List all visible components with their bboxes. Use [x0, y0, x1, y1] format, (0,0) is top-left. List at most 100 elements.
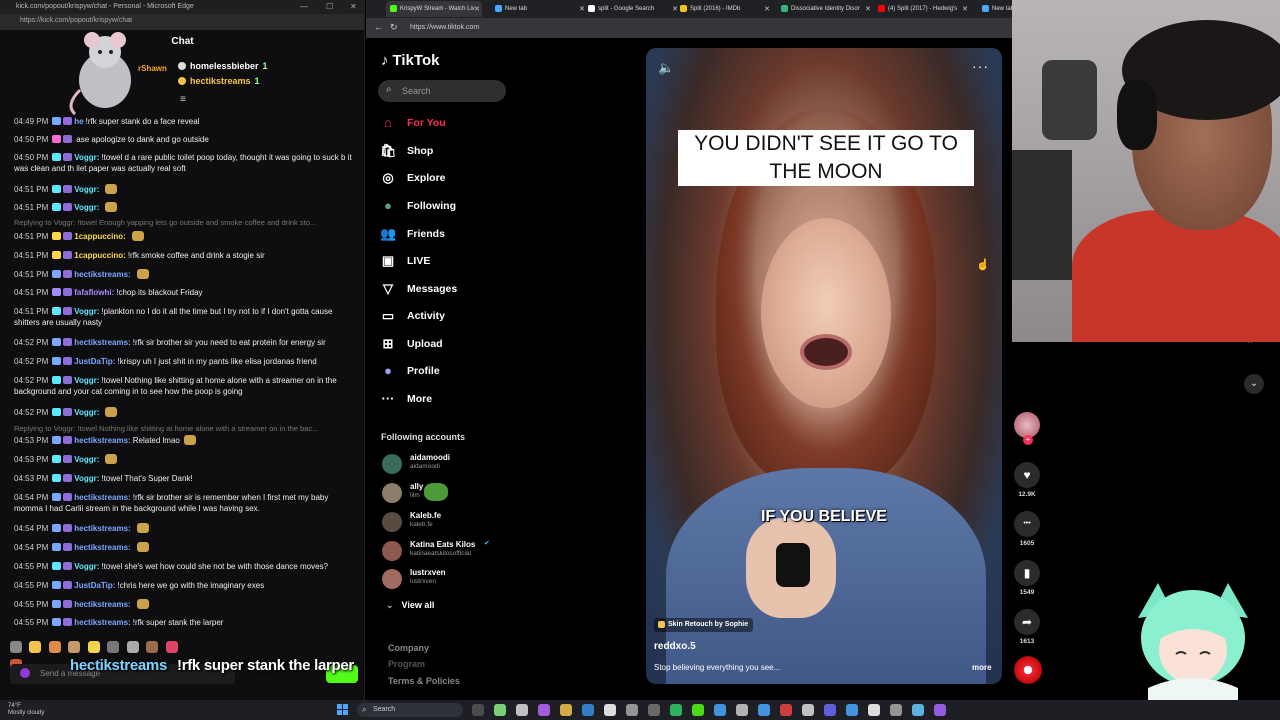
chevron-down-icon[interactable]: ⌄: [1244, 374, 1264, 394]
effect-tag[interactable]: Skin Retouch by Sophie: [654, 618, 754, 632]
message-username[interactable]: 1cappuccino:: [74, 251, 126, 260]
weather-widget[interactable]: 74°F Mostly cloudy: [8, 703, 44, 717]
emote-icon[interactable]: [146, 641, 159, 653]
message-username[interactable]: Voggr:: [74, 562, 99, 571]
chat-message[interactable]: 04:55 PM hectikstreams:: [14, 599, 354, 610]
message-username[interactable]: hectikstreams:: [74, 493, 130, 502]
following-account[interactable]: aidamoodi aidamoodi: [382, 452, 552, 476]
tab-close-icon[interactable]: ✕: [764, 5, 770, 13]
browser-tab[interactable]: Split (2016) - IMDb ✕: [676, 1, 772, 17]
message-username[interactable]: JustDaTip:: [74, 357, 115, 366]
following-account[interactable]: lustrxven lustrxven: [382, 567, 552, 591]
chat-message[interactable]: 04:55 PM Voggr: !towel she's wet how could…: [14, 561, 354, 572]
browser-tab[interactable]: (4) Split (2017) - Hedwig's ✕: [874, 1, 970, 17]
following-account[interactable]: Katina Eats Kilos katinaeatskilosofficial…: [382, 539, 552, 563]
chat-message[interactable]: 04:49 PM he !rfk super stank do a face rev…: [14, 116, 354, 127]
nav-more[interactable]: ··· More: [380, 389, 530, 409]
browser-tab[interactable]: Dissociative Identity Disor ✕: [777, 1, 873, 17]
description-more-link[interactable]: more: [972, 663, 992, 672]
action-bookmark-button[interactable]: ▮ 1549: [1012, 560, 1042, 596]
nav-upload[interactable]: ⊞ Upload: [380, 334, 530, 354]
message-username[interactable]: hectikstreams:: [74, 618, 130, 627]
footer-terms-link[interactable]: Terms & Policies: [388, 676, 460, 686]
chat-message[interactable]: 04:51 PM fafaflowhi: !chop its blackout Fr…: [14, 287, 354, 298]
chat-message[interactable]: 04:53 PM Voggr: !towel That's Super Dank!: [14, 473, 354, 484]
message-username[interactable]: hectikstreams:: [74, 338, 130, 347]
nav-following[interactable]: ● Following: [380, 196, 530, 216]
message-username[interactable]: JustDaTip:: [74, 581, 115, 590]
taskbar-app-icon[interactable]: [692, 704, 704, 716]
message-username[interactable]: hectikstreams:: [74, 270, 130, 279]
taskbar-app-icon[interactable]: [736, 704, 748, 716]
chat-address-bar[interactable]: https://kick.com/popout/krispyw/chat: [0, 14, 364, 30]
tab-close-icon[interactable]: ✕: [865, 5, 871, 13]
chat-message[interactable]: 04:54 PM hectikstreams:: [14, 542, 354, 553]
chat-message[interactable]: 04:55 PM JustDaTip: !chris here we go with…: [14, 580, 354, 591]
taskbar-app-icon[interactable]: [846, 704, 858, 716]
expand-gifters-icon[interactable]: ≡: [180, 94, 186, 105]
message-username[interactable]: Voggr:: [74, 185, 99, 194]
tiktok-video-player[interactable]: 🔈 ··· YOU DIDN'T SEE IT GO TO THE MOON I…: [646, 48, 1002, 684]
taskbar-app-icon[interactable]: [604, 704, 616, 716]
emote-icon[interactable]: [29, 641, 42, 653]
action-share-button[interactable]: ➦ 1613: [1012, 609, 1042, 645]
chat-message[interactable]: 04:52 PM JustDaTip: !krispy uh I just shit…: [14, 356, 354, 367]
message-username[interactable]: hectikstreams:: [74, 524, 130, 533]
tiktok-logo[interactable]: ♪ TikTok: [381, 52, 439, 69]
chat-message[interactable]: 04:54 PM hectikstreams: !rfk sir brother s…: [14, 492, 354, 514]
nav-activity[interactable]: ▭ Activity: [380, 306, 530, 326]
view-all-link[interactable]: ⌄ View all: [386, 600, 434, 611]
music-disc-icon[interactable]: [1014, 656, 1042, 684]
tab-close-icon[interactable]: ✕: [474, 5, 480, 13]
gifter-item[interactable]: hectikstreams 1: [178, 76, 260, 86]
action-comment-button[interactable]: ••• 1605: [1012, 511, 1042, 547]
chat-message[interactable]: 04:51 PM Voggr:: [14, 202, 354, 213]
maximize-icon[interactable]: ☐: [326, 2, 333, 11]
message-username[interactable]: Voggr:: [74, 376, 99, 385]
chat-message[interactable]: 04:51 PM hectikstreams:: [14, 269, 354, 280]
emote-icon[interactable]: [68, 641, 81, 653]
action-heart-button[interactable]: ♥ 12.9K: [1012, 462, 1042, 498]
close-icon[interactable]: ✕: [350, 2, 357, 11]
taskbar-app-icon[interactable]: [890, 704, 902, 716]
chat-message[interactable]: 04:52 PM hectikstreams: !rfk sir brother s…: [14, 337, 354, 348]
taskbar-app-icon[interactable]: [714, 704, 726, 716]
taskbar-app-icon[interactable]: [560, 704, 572, 716]
nav-for-you[interactable]: ⌂ For You: [380, 113, 530, 133]
volume-icon[interactable]: 🔈: [658, 60, 674, 76]
message-username[interactable]: Voggr:: [74, 153, 99, 162]
message-username[interactable]: hectikstreams:: [74, 543, 130, 552]
back-icon[interactable]: ←: [374, 22, 383, 32]
taskbar-app-icon[interactable]: [670, 704, 682, 716]
footer-company-link[interactable]: Company: [388, 643, 429, 653]
gifter-item[interactable]: homelessbieber 1: [178, 61, 268, 71]
nav-shop[interactable]: 🛍 Shop: [380, 141, 530, 161]
message-username[interactable]: Voggr:: [74, 408, 99, 417]
following-account[interactable]: ally lilm: [382, 481, 552, 505]
refresh-icon[interactable]: ↻: [390, 22, 398, 33]
chat-message[interactable]: 04:52 PM Voggr: !towel Nothing like shitti…: [14, 375, 354, 397]
follow-plus-icon[interactable]: +: [1023, 435, 1033, 445]
tiktok-search-input[interactable]: ⌕ Search: [378, 80, 506, 102]
taskbar-app-icon[interactable]: [626, 704, 638, 716]
taskbar-app-icon[interactable]: [758, 704, 770, 716]
more-options-icon[interactable]: ···: [972, 58, 989, 74]
minimize-icon[interactable]: —: [300, 2, 308, 11]
emote-bar[interactable]: [10, 640, 190, 671]
chat-message[interactable]: 04:54 PM hectikstreams:: [14, 523, 354, 534]
message-username[interactable]: Voggr:: [74, 203, 99, 212]
browser-tab[interactable]: New tab: [978, 1, 1012, 17]
chat-message[interactable]: 04:51 PM 1cappuccino:: [14, 231, 354, 242]
message-username[interactable]: fafaflowhi:: [74, 288, 114, 297]
taskbar-app-icon[interactable]: [494, 704, 506, 716]
emote-icon[interactable]: [165, 641, 178, 653]
taskbar-app-icon[interactable]: [538, 704, 550, 716]
emote-icon[interactable]: [48, 641, 61, 653]
browser-tab[interactable]: KrispyW Stream - Watch Liv ✕: [386, 1, 482, 17]
chat-message-list[interactable]: 04:49 PM he !rfk super stank do a face rev…: [0, 112, 360, 642]
nav-explore[interactable]: ◎ Explore: [380, 168, 530, 188]
taskbar-app-icon[interactable]: [516, 704, 528, 716]
chat-message[interactable]: 04:50 PM ase apologize to dank and go out…: [14, 134, 354, 145]
nav-friends[interactable]: 👥 Friends: [380, 224, 530, 244]
chat-message[interactable]: 04:50 PM Voggr: !towel d a rare public toi…: [14, 152, 354, 174]
